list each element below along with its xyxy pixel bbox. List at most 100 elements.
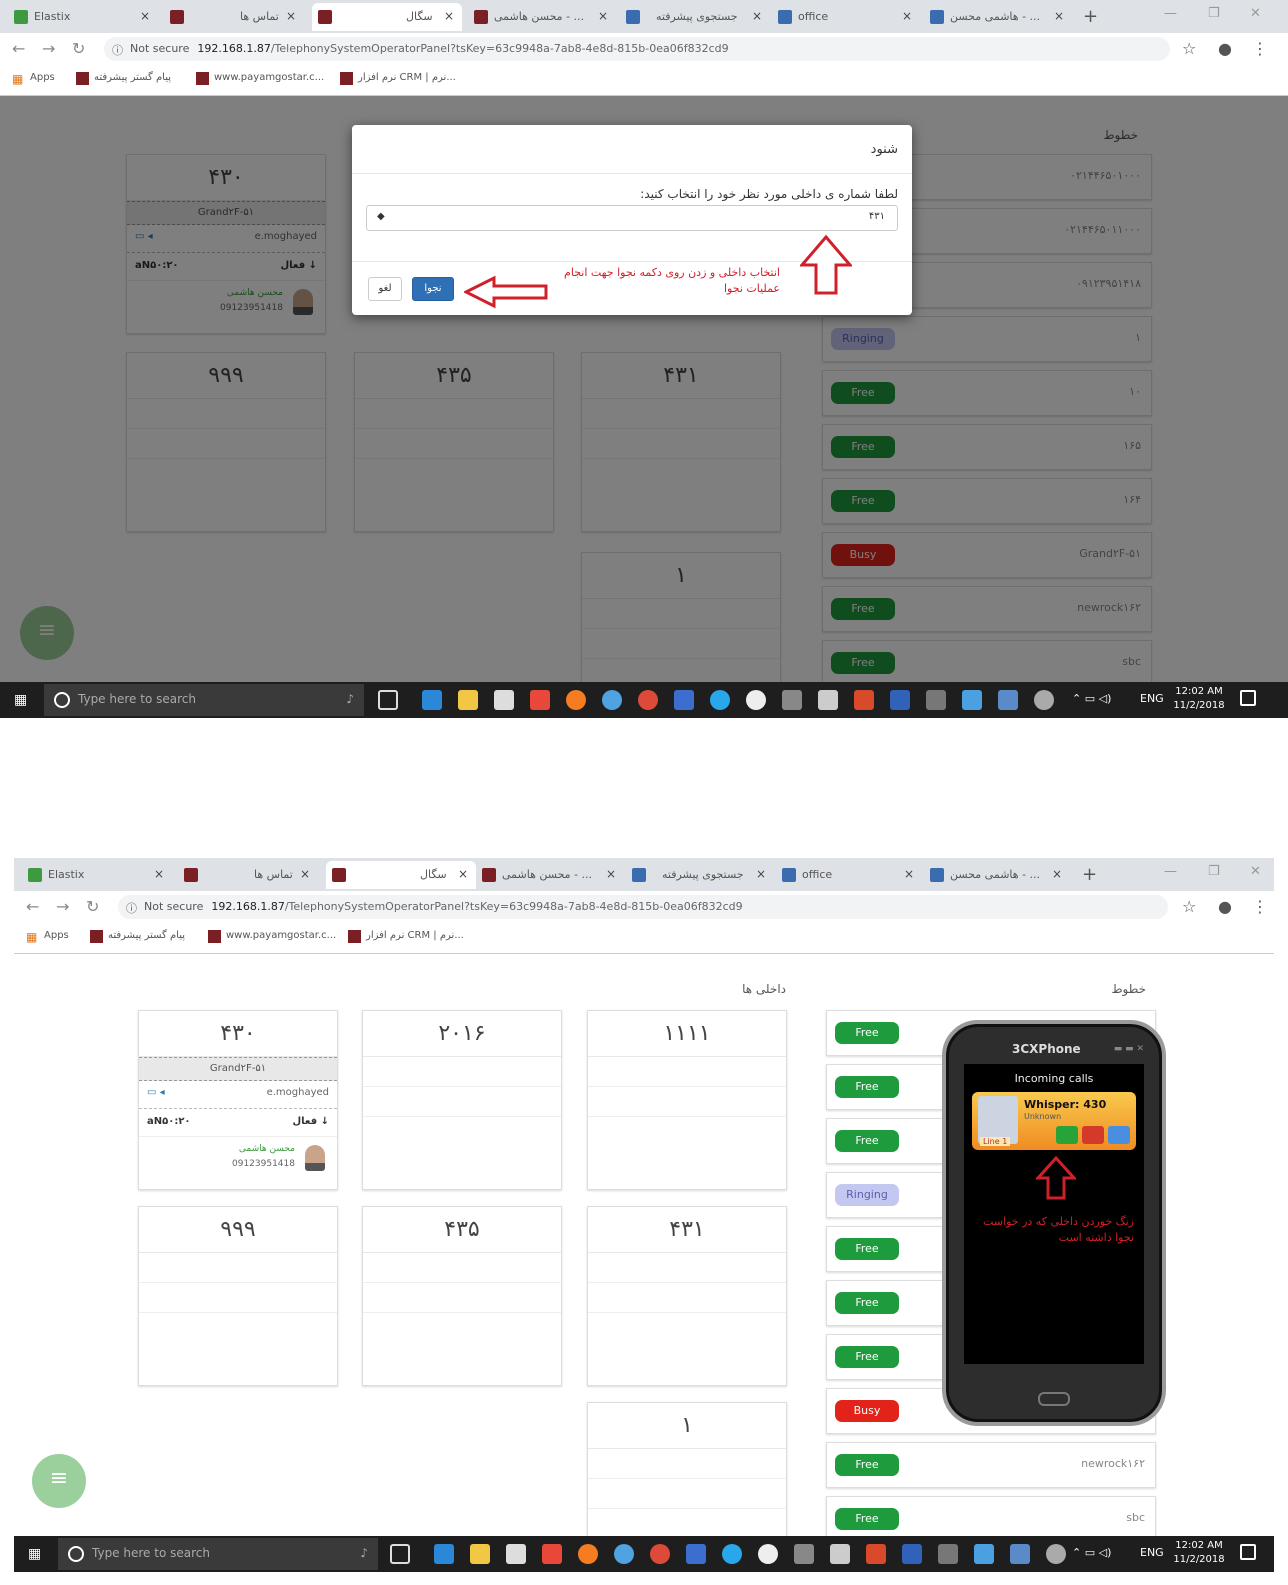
reject-button[interactable] [1082,1126,1104,1144]
close-icon[interactable]: × [1054,9,1064,23]
tools-icon[interactable] [794,1544,814,1564]
extension-card[interactable]: ۹۹۹ [138,1206,338,1386]
forward-icon[interactable]: → [42,39,55,58]
line-row[interactable]: Freesbc [826,1496,1156,1536]
close-icon[interactable]: × [300,867,310,881]
address-bar[interactable]: ⓘ Not secure 192.168.1.87/TelephonySystemO… [104,37,1170,61]
app-icon[interactable] [758,1544,778,1564]
bookmark-payamgostar[interactable]: www.payamgostar.c... [208,930,336,943]
star-icon[interactable]: ☆ [1182,39,1196,58]
tab-elastix[interactable]: Elastix × [22,861,172,889]
app-icon[interactable] [614,1544,634,1564]
extension-card[interactable]: ۱۱۱۱ [587,1010,787,1190]
tab-sagal[interactable]: سگال × [326,861,476,889]
taskbar-search[interactable]: Type here to search ♪ [44,684,364,716]
store-icon[interactable] [494,690,514,710]
menu-icon[interactable]: ⋮ [1252,897,1268,916]
app-icon[interactable] [746,690,766,710]
chrome-icon[interactable] [650,1544,670,1564]
new-tab-button[interactable]: + [1083,6,1098,27]
close-icon[interactable]: × [752,9,762,23]
app-icon[interactable] [938,1544,958,1564]
app-icon[interactable] [854,690,874,710]
tab-sagal[interactable]: سگال × [312,3,462,31]
notification-icon[interactable] [1240,690,1256,706]
line-row[interactable]: Freenewrock۱۶۲ [826,1442,1156,1488]
tab-mohsen[interactable]: محسن هاشمی - ... × [468,3,616,31]
taskbar-search[interactable]: Type here to search ♪ [58,1538,378,1570]
tab-calls[interactable]: تماس ها × [164,3,304,31]
app-icon[interactable] [530,690,550,710]
app-icon[interactable] [686,1544,706,1564]
mic-icon[interactable]: ♪ [360,1546,368,1560]
app-icon[interactable] [674,690,694,710]
windows-icon[interactable]: ▦ [28,1546,41,1562]
close-icon[interactable]: × [902,9,912,23]
app-icon[interactable] [602,690,622,710]
clock[interactable]: 12:02 AM 11/2/2018 [1170,1539,1228,1567]
maximize-button[interactable]: ❐ [1208,864,1220,879]
close-icon[interactable]: × [458,867,468,881]
tools-icon[interactable] [782,690,802,710]
extension-card[interactable]: ۱ [587,1402,787,1536]
task-view-icon[interactable] [378,690,398,710]
task-view-icon[interactable] [390,1544,410,1564]
app-icon[interactable] [926,690,946,710]
app-icon[interactable] [902,1544,922,1564]
maximize-button[interactable]: ❐ [1208,6,1220,21]
extension-card[interactable]: ۴۳۵ [362,1206,562,1386]
skype-icon[interactable] [710,690,730,710]
reload-icon[interactable]: ↻ [72,39,85,58]
app-icon[interactable] [962,690,982,710]
menu-icon[interactable]: ⋮ [1252,39,1268,58]
minimize-button[interactable]: — [1164,6,1177,21]
profile-icon[interactable]: ● [1218,897,1232,916]
address-bar[interactable]: ⓘ Not secure 192.168.1.87/TelephonySystemO… [118,895,1168,919]
extension-card[interactable]: ۴۳۰ Grand۲F-۵۱ ▭ ◂e.moghayed aN۵۰:۲۰فعال… [138,1010,338,1190]
close-icon[interactable]: × [154,867,164,881]
tray-icons[interactable]: ⌃ ▭ ◁) [1072,692,1111,705]
firefox-icon[interactable] [578,1544,598,1564]
close-icon[interactable]: × [140,9,150,23]
edge-icon[interactable] [434,1544,454,1564]
clock[interactable]: 12:02 AM 11/2/2018 [1170,685,1228,713]
app-icon[interactable] [1034,690,1054,710]
close-icon[interactable]: × [606,867,616,881]
tray-icons[interactable]: ⌃ ▭ ◁) [1072,1546,1111,1559]
notification-icon[interactable] [1240,1544,1256,1560]
close-icon[interactable]: × [444,9,454,23]
firefox-icon[interactable] [566,690,586,710]
app-icon[interactable] [866,1544,886,1564]
close-icon[interactable]: × [904,867,914,881]
bookmark-payam[interactable]: پیام گستر پیشرفته [76,72,171,85]
search-tool-icon[interactable] [818,690,838,710]
close-icon[interactable]: × [756,867,766,881]
app-icon[interactable] [1010,1544,1030,1564]
message-button[interactable] [1108,1126,1130,1144]
search-tool-icon[interactable] [830,1544,850,1564]
bookmark-payamgostar[interactable]: www.payamgostar.c... [196,72,324,85]
app-icon[interactable] [542,1544,562,1564]
reload-icon[interactable]: ↻ [86,897,99,916]
profile-icon[interactable]: ● [1218,39,1232,58]
extension-select[interactable]: ◆ ۴۳۱ [366,205,898,231]
bookmark-apps[interactable]: ▦ Apps [12,72,55,86]
star-icon[interactable]: ☆ [1182,897,1196,916]
incoming-call[interactable]: Whisper: 430 Unknown Line 1 [972,1092,1136,1150]
minimize-button[interactable]: — [1164,864,1177,879]
tab-office[interactable]: office × [776,861,922,889]
extension-card[interactable]: ۲۰۱۶ [362,1010,562,1190]
phone-window-controls[interactable]: ▬ ▬ ✕ [1114,1044,1144,1054]
store-icon[interactable] [506,1544,526,1564]
close-icon[interactable]: × [286,9,296,23]
explorer-icon[interactable] [470,1544,490,1564]
tab-office[interactable]: office × [772,3,920,31]
back-icon[interactable]: ← [12,39,25,58]
close-window-button[interactable]: ✕ [1250,6,1261,21]
edge-icon[interactable] [422,690,442,710]
bookmark-crm[interactable]: نرم افزار CRM | نرم... [348,930,464,943]
close-icon[interactable]: × [598,9,608,23]
tab-advanced-search[interactable]: جستجوی پیشرفته × [626,861,774,889]
cancel-button[interactable]: لغو [368,277,402,301]
tab-advanced-search[interactable]: جستجوی پیشرفته × [620,3,770,31]
